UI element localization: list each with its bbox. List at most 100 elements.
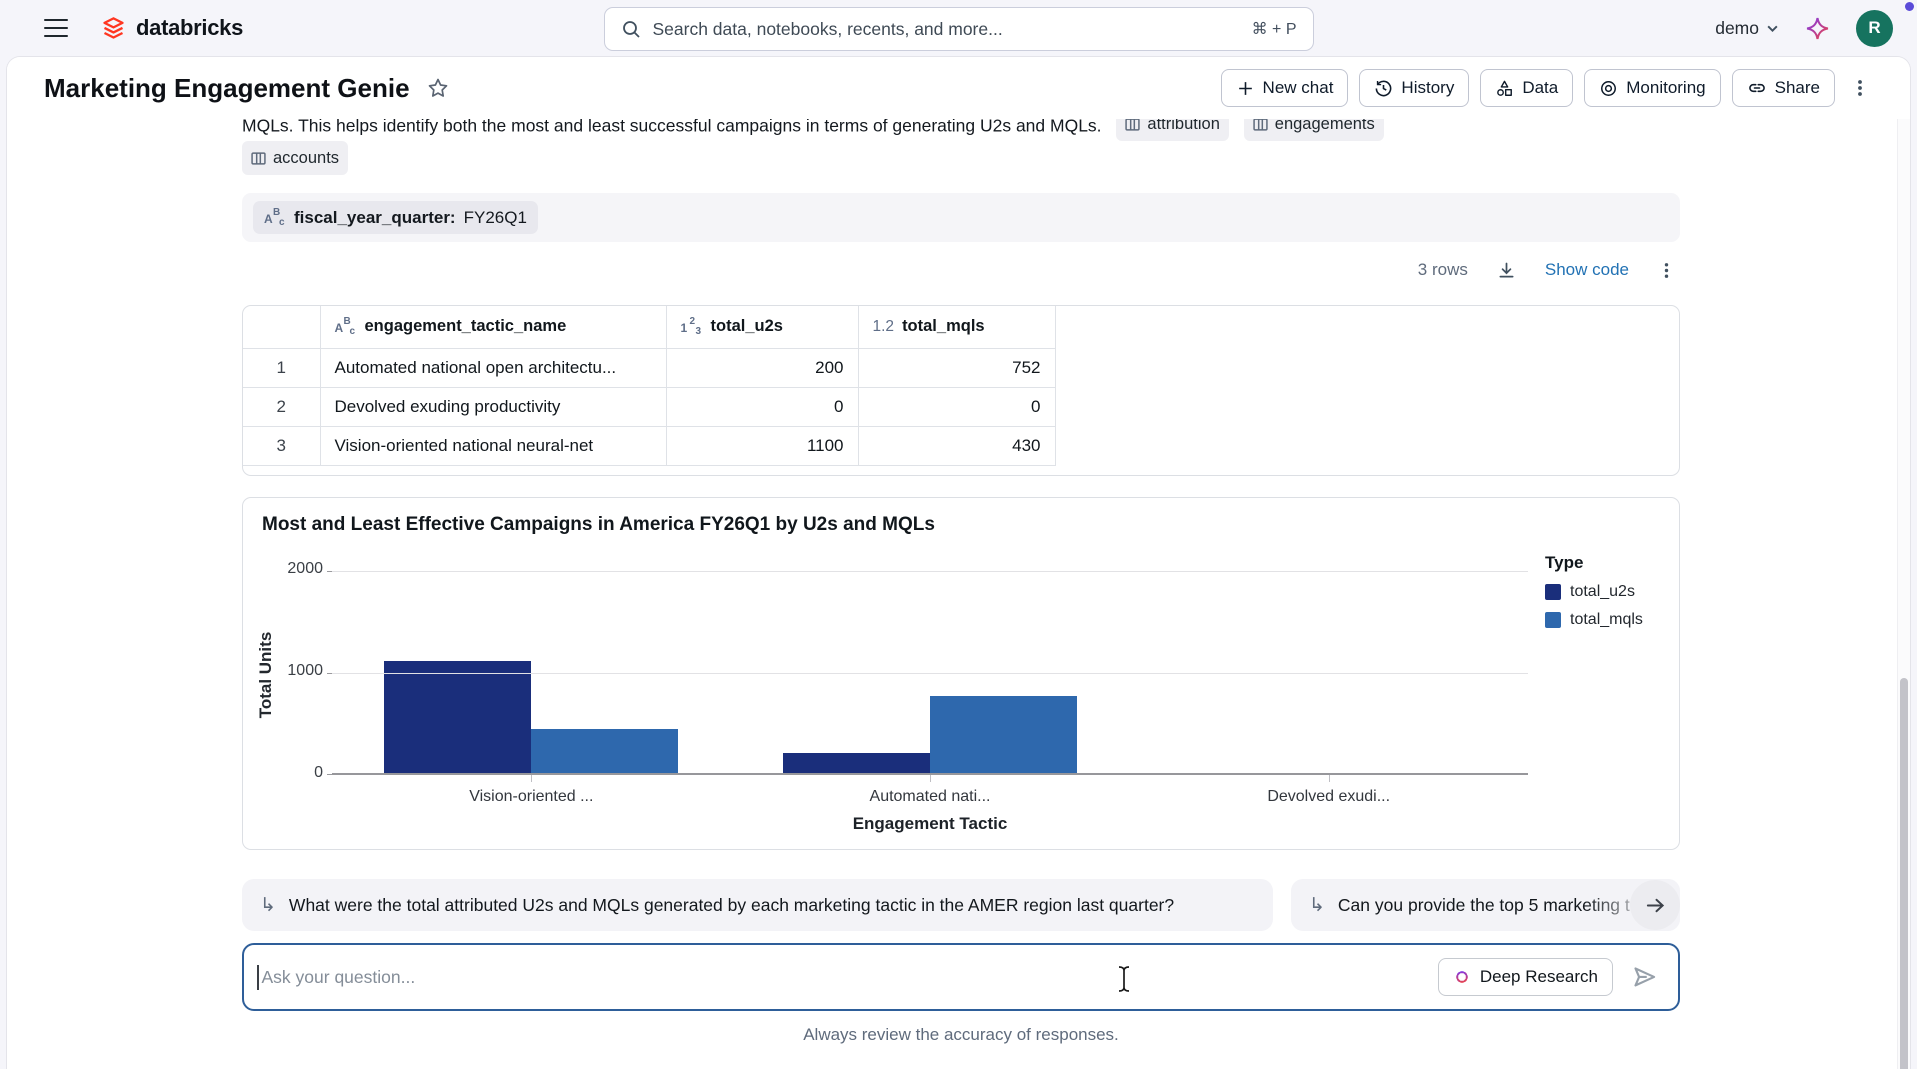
header-kebab-menu[interactable] bbox=[1846, 74, 1874, 102]
bar-total_u2s[interactable] bbox=[384, 660, 532, 773]
assistant-sparkle-icon[interactable] bbox=[1805, 16, 1830, 41]
scrollbar-track[interactable] bbox=[1897, 117, 1910, 1069]
fiscal-year-quarter-filter-chip[interactable]: ABc fiscal_year_quarter: FY26Q1 bbox=[253, 201, 538, 234]
decimal-type-icon: 1.2 bbox=[872, 317, 895, 335]
history-button[interactable]: History bbox=[1359, 69, 1470, 107]
bar-total_mqls[interactable] bbox=[531, 729, 679, 773]
suggested-questions: ↳ What were the total attributed U2s and… bbox=[242, 879, 1680, 931]
legend-item[interactable]: total_mqls bbox=[1545, 611, 1643, 629]
bar-group bbox=[731, 571, 1130, 773]
cell-total_u2s: 1100 bbox=[666, 426, 859, 466]
suggestions-next-button[interactable] bbox=[1630, 880, 1680, 930]
table-ref-chip-accounts[interactable]: accounts bbox=[242, 141, 349, 175]
page-header: Marketing Engagement Genie New chat Hist… bbox=[7, 57, 1910, 119]
global-search-input[interactable]: Search data, notebooks, recents, and mor… bbox=[603, 7, 1314, 51]
x-tick-mark bbox=[1328, 775, 1330, 782]
gridline-1000 bbox=[332, 673, 1528, 674]
deep-research-icon bbox=[1453, 968, 1471, 986]
string-type-icon: ABc bbox=[334, 315, 356, 337]
chart-plot bbox=[332, 571, 1528, 782]
table-ref-chip-attribution[interactable]: attribution bbox=[1116, 119, 1229, 141]
download-icon[interactable] bbox=[1492, 256, 1521, 285]
monitoring-button[interactable]: Monitoring bbox=[1584, 69, 1721, 107]
suggestion-chip-1[interactable]: ↳ What were the total attributed U2s and… bbox=[242, 879, 1273, 931]
column-label: total_mqls bbox=[902, 317, 985, 336]
share-link-icon bbox=[1747, 78, 1767, 98]
assistant-message-text: MQLs. This helps identify both the most … bbox=[242, 119, 1102, 136]
table-ref-label: accounts bbox=[273, 149, 340, 167]
send-icon[interactable] bbox=[1631, 964, 1658, 991]
user-avatar[interactable]: R bbox=[1856, 9, 1893, 47]
assistant-message-clipped: MQLs. This helps identify both the most … bbox=[242, 119, 1680, 179]
row-count: 3 rows bbox=[1417, 260, 1468, 279]
workspace-name: demo bbox=[1715, 17, 1759, 38]
deep-research-button[interactable]: Deep Research bbox=[1437, 958, 1613, 996]
column-header-engagement-tactic-name[interactable]: ABc engagement_tactic_name bbox=[320, 306, 667, 349]
top-bar: databricks Search data, notebooks, recen… bbox=[0, 0, 1917, 56]
cell-engagement_tactic_name: Devolved exuding productivity bbox=[320, 387, 667, 427]
cell-index: 1 bbox=[243, 348, 321, 388]
table-ref-chip-engagements[interactable]: engagements bbox=[1243, 119, 1384, 141]
workspace-switcher[interactable]: demo bbox=[1715, 18, 1779, 39]
filter-value: FY26Q1 bbox=[463, 207, 527, 227]
cell-index: 2 bbox=[243, 387, 321, 427]
bar-total_u2s[interactable] bbox=[783, 752, 930, 773]
result-toolbar: 3 rows Show code bbox=[242, 253, 1680, 287]
mouse-cursor-ibeam bbox=[1116, 965, 1132, 993]
legend-swatch bbox=[1545, 584, 1561, 600]
cell-engagement_tactic_name: Vision-oriented national neural-net bbox=[320, 426, 667, 466]
favorite-star-icon[interactable] bbox=[426, 76, 450, 100]
text-caret bbox=[257, 964, 259, 990]
x-category-label: Automated nati... bbox=[869, 788, 991, 805]
cell-total_mqls: 430 bbox=[858, 426, 1056, 466]
monitoring-target-icon bbox=[1599, 79, 1618, 98]
column-header-total-u2s[interactable]: 123 total_u2s bbox=[666, 306, 859, 349]
table-ref-label: attribution bbox=[1147, 119, 1220, 133]
table-row[interactable]: 2 Devolved exuding productivity 0 0 bbox=[243, 387, 1056, 427]
legend-label: total_u2s bbox=[1570, 583, 1635, 600]
new-chat-button[interactable]: New chat bbox=[1220, 69, 1349, 107]
suggestion-text: What were the total attributed U2s and M… bbox=[288, 894, 1175, 915]
databricks-logo[interactable]: databricks bbox=[100, 15, 243, 42]
legend-label: total_mqls bbox=[1570, 611, 1643, 628]
show-code-link[interactable]: Show code bbox=[1545, 260, 1629, 280]
legend-swatch bbox=[1545, 612, 1561, 628]
question-input[interactable]: Ask your question... Deep Research bbox=[242, 943, 1680, 1011]
main-card: Marketing Engagement Genie New chat Hist… bbox=[6, 56, 1911, 1069]
search-icon bbox=[621, 19, 641, 39]
column-header-index bbox=[243, 306, 321, 349]
suggestion-chip-2[interactable]: ↳ Can you provide the top 5 marketing t bbox=[1291, 879, 1680, 931]
history-clock-icon bbox=[1374, 79, 1393, 98]
x-category-label: Vision-oriented ... bbox=[469, 788, 594, 805]
chart-legend-items: total_u2s total_mqls bbox=[1545, 583, 1643, 629]
legend-item[interactable]: total_u2s bbox=[1545, 583, 1643, 601]
chart-legend: Type total_u2s total_mqls bbox=[1545, 553, 1643, 629]
x-category-label: Devolved exudi... bbox=[1267, 788, 1391, 805]
notification-dot bbox=[1905, 2, 1914, 11]
table-row[interactable]: 1 Automated national open architectu... 20… bbox=[243, 348, 1056, 388]
bar-group bbox=[1129, 571, 1528, 773]
deep-research-label: Deep Research bbox=[1479, 967, 1598, 986]
plus-icon bbox=[1236, 79, 1255, 98]
data-button[interactable]: Data bbox=[1480, 69, 1574, 107]
cell-engagement_tactic_name: Automated national open architectu... bbox=[320, 348, 667, 388]
legend-title: Type bbox=[1545, 553, 1584, 572]
share-button[interactable]: Share bbox=[1731, 69, 1835, 107]
avatar-initial: R bbox=[1868, 18, 1881, 37]
monitoring-label: Monitoring bbox=[1626, 78, 1706, 97]
bar-group bbox=[332, 571, 731, 773]
chart-xlabels: Vision-oriented ... Automated nati... Devo… bbox=[332, 788, 1528, 806]
column-header-total-mqls[interactable]: 1.2 total_mqls bbox=[858, 306, 1056, 349]
scrollbar-thumb[interactable] bbox=[1900, 678, 1908, 1069]
cell-total_mqls: 0 bbox=[858, 387, 1056, 427]
table-row[interactable]: 3 Vision-oriented national neural-net 1100… bbox=[243, 426, 1056, 466]
bar-total_mqls[interactable] bbox=[930, 696, 1077, 773]
search-shortcut: ⌘ + P bbox=[1251, 21, 1297, 38]
column-label: engagement_tactic_name bbox=[364, 317, 567, 336]
cell-total_u2s: 0 bbox=[666, 387, 859, 427]
filter-label: fiscal_year_quarter: bbox=[294, 207, 456, 227]
hamburger-menu-icon[interactable] bbox=[44, 19, 68, 37]
share-label: Share bbox=[1774, 78, 1820, 97]
result-kebab-menu[interactable] bbox=[1653, 257, 1680, 284]
column-label: total_u2s bbox=[710, 317, 783, 336]
